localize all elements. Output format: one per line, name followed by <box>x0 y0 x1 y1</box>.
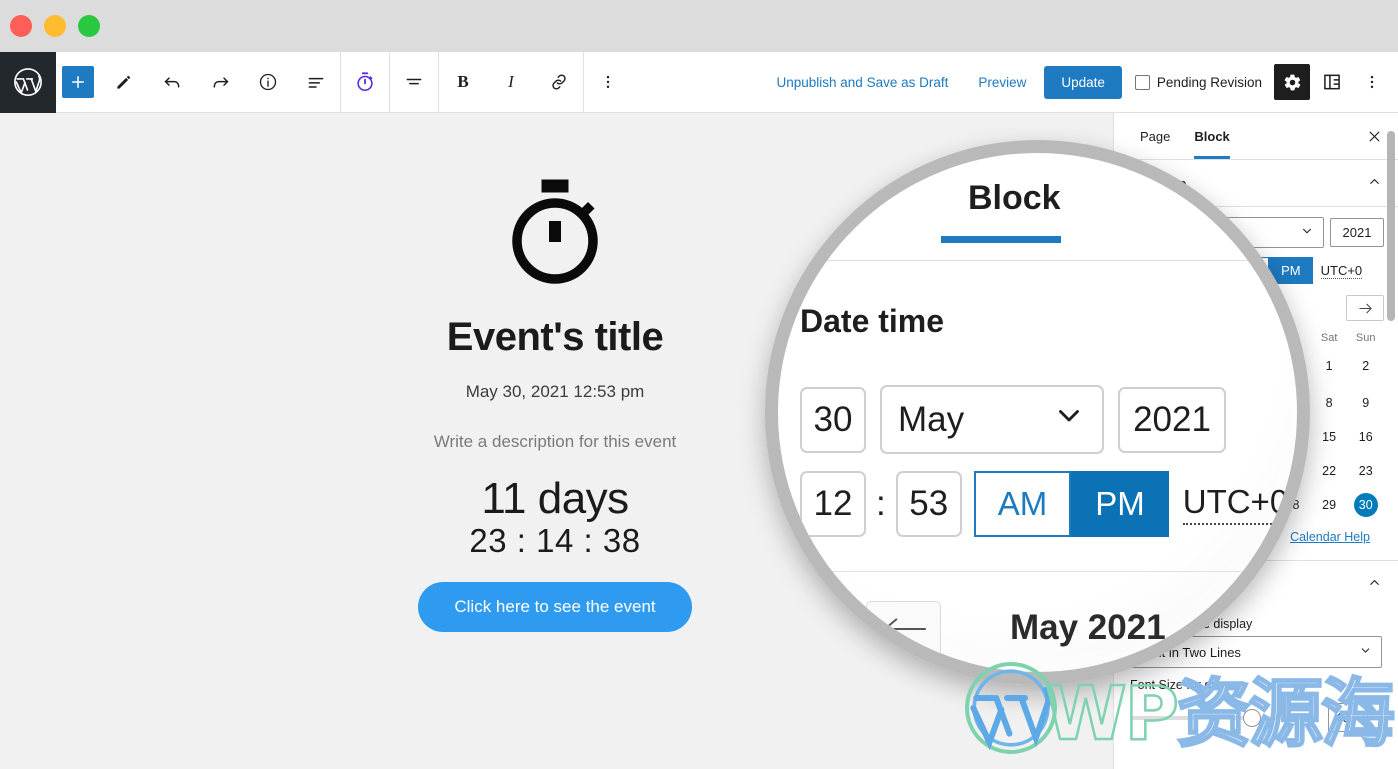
settings-gear-icon[interactable] <box>1274 64 1310 100</box>
toolbar-block-group: B I <box>341 51 632 113</box>
list-view-button[interactable] <box>298 64 334 100</box>
calendar-day[interactable]: 22 <box>1311 454 1348 488</box>
editor-more-options-button[interactable] <box>1354 64 1390 100</box>
font-size-slider[interactable] <box>1130 708 1318 727</box>
magnified-day-input[interactable]: 30 <box>800 386 866 453</box>
toolbar-divider <box>438 51 439 113</box>
magnified-time-colon: : <box>876 484 886 523</box>
block-type-stopwatch-icon[interactable] <box>347 64 383 100</box>
magnified-tab-block[interactable]: Block <box>968 179 1061 218</box>
calendar-day[interactable]: 23 <box>1347 454 1384 488</box>
calendar-weekday: Sun <box>1355 332 1376 344</box>
pending-revision-label: Pending Revision <box>1156 74 1262 90</box>
calendar-day-label: 8 <box>1325 396 1333 410</box>
see-event-button[interactable]: Click here to see the event <box>418 582 692 632</box>
tab-page[interactable]: Page <box>1128 114 1182 158</box>
add-block-button[interactable] <box>62 66 94 98</box>
undo-button[interactable] <box>154 64 190 100</box>
sidebar-scrollbar[interactable] <box>1387 131 1395 321</box>
magnified-tab-page[interactable]: ge <box>806 179 846 218</box>
font-size-days-control: 40 <box>1114 697 1398 732</box>
close-sidebar-icon[interactable] <box>1360 122 1388 150</box>
calendar-day[interactable]: 9 <box>1347 386 1384 420</box>
year-input[interactable]: 2021 <box>1330 218 1384 247</box>
wordpress-logo-icon[interactable] <box>0 51 56 113</box>
calendar-day-label: 15 <box>1322 430 1337 444</box>
magnifier-lens: ge Block Date time 30 May 2021 12 : 53 A… <box>765 140 1310 685</box>
calendar-day-label: 22 <box>1322 464 1337 478</box>
block-inserter-panel-icon[interactable] <box>1314 64 1350 100</box>
calendar-day-label: 29 <box>1322 498 1337 512</box>
pending-revision-checkbox[interactable] <box>1134 74 1150 90</box>
magnified-year-input[interactable]: 2021 <box>1118 386 1226 453</box>
calendar-day-label: 1 <box>1325 359 1333 373</box>
bold-button[interactable]: B <box>445 64 481 100</box>
font-size-days-label: Font Size for days <box>1130 678 1231 692</box>
calendar-day-label: 2 <box>1362 359 1370 373</box>
link-button[interactable] <box>541 64 577 100</box>
italic-button[interactable]: I <box>493 64 529 100</box>
calendar-day[interactable]: 16 <box>1347 420 1384 454</box>
window-controls <box>10 15 100 37</box>
magnified-hour-input[interactable]: 12 <box>800 471 866 537</box>
stepper-arrows-icon[interactable] <box>1365 709 1375 726</box>
window-title-bar <box>0 0 1398 52</box>
magnified-month-select[interactable]: May <box>880 385 1104 454</box>
magnified-minute-input[interactable]: 53 <box>895 471 962 537</box>
magnified-am-button[interactable]: AM <box>973 471 1072 537</box>
document-details-button[interactable] <box>250 64 286 100</box>
timezone-label[interactable]: UTC+0 <box>1320 263 1363 279</box>
app-root: B I Unpublish and Save as Draft Preview … <box>0 0 1398 769</box>
calendar-weekday: Sat <box>1320 332 1338 344</box>
font-size-value: 40 <box>1335 710 1350 725</box>
calendar-day-label: 9 <box>1362 396 1370 410</box>
editor-toolbar: B I Unpublish and Save as Draft Preview … <box>0 51 1398 113</box>
calendar-day-label: 30 <box>1353 493 1378 517</box>
font-size-number-input[interactable]: 40 <box>1328 703 1382 732</box>
slider-thumb[interactable] <box>1242 708 1261 727</box>
calendar-day[interactable]: 29 <box>1311 488 1348 522</box>
redo-button[interactable] <box>202 64 238 100</box>
magnified-pm-button[interactable]: PM <box>1071 471 1169 537</box>
magnified-date-row: 30 May 2021 <box>800 385 1226 454</box>
magnified-calendar-title: May 2021 <box>1010 608 1166 647</box>
calendar-day[interactable]: 2 <box>1347 349 1384 386</box>
zoom-window-button[interactable] <box>78 15 100 37</box>
magnified-time-row: 12 : 53 AM PM UTC+0 <box>800 471 1289 537</box>
calendar-next-button[interactable] <box>1346 295 1384 321</box>
magnified-content: ge Block Date time 30 May 2021 12 : 53 A… <box>778 153 1297 672</box>
magnified-timezone-label[interactable]: UTC+0 <box>1182 483 1289 525</box>
calendar-day-label: 23 <box>1358 464 1373 478</box>
chevron-down-icon <box>1300 224 1314 241</box>
magnified-meridiem-toggle: AM PM <box>973 471 1169 537</box>
block-more-options-button[interactable] <box>590 64 626 100</box>
toolbar-divider <box>389 51 390 113</box>
calendar-day[interactable]: 1 <box>1311 349 1348 386</box>
preview-button[interactable]: Preview <box>970 69 1034 96</box>
chevron-up-icon[interactable] <box>1367 174 1382 194</box>
magnified-calendar-prev-button[interactable] <box>866 601 941 657</box>
magnified-month-value: May <box>898 399 965 439</box>
chevron-down-icon <box>1359 644 1372 660</box>
calendar-day[interactable]: 15 <box>1311 420 1348 454</box>
chevron-down-icon <box>1052 398 1086 441</box>
magnified-panel-title: Date time <box>800 303 945 339</box>
toolbar-divider <box>583 51 584 113</box>
edit-tool-button[interactable] <box>106 64 142 100</box>
update-button[interactable]: Update <box>1044 65 1122 99</box>
calendar-day[interactable]: 30 <box>1347 488 1384 522</box>
unpublish-save-draft-button[interactable]: Unpublish and Save as Draft <box>769 69 957 96</box>
magnified-tab-underline <box>941 236 1061 243</box>
close-window-button[interactable] <box>10 15 32 37</box>
align-button[interactable] <box>396 64 432 100</box>
minimize-window-button[interactable] <box>44 15 66 37</box>
toolbar-left-group <box>56 52 340 113</box>
calendar-day[interactable]: 8 <box>1311 386 1348 420</box>
magnified-divider <box>800 571 1270 572</box>
pending-revision-toggle[interactable]: Pending Revision <box>1134 74 1262 90</box>
tab-block[interactable]: Block <box>1182 114 1241 159</box>
calendar-day-label: 16 <box>1358 430 1373 444</box>
chevron-up-icon[interactable] <box>1367 575 1382 595</box>
